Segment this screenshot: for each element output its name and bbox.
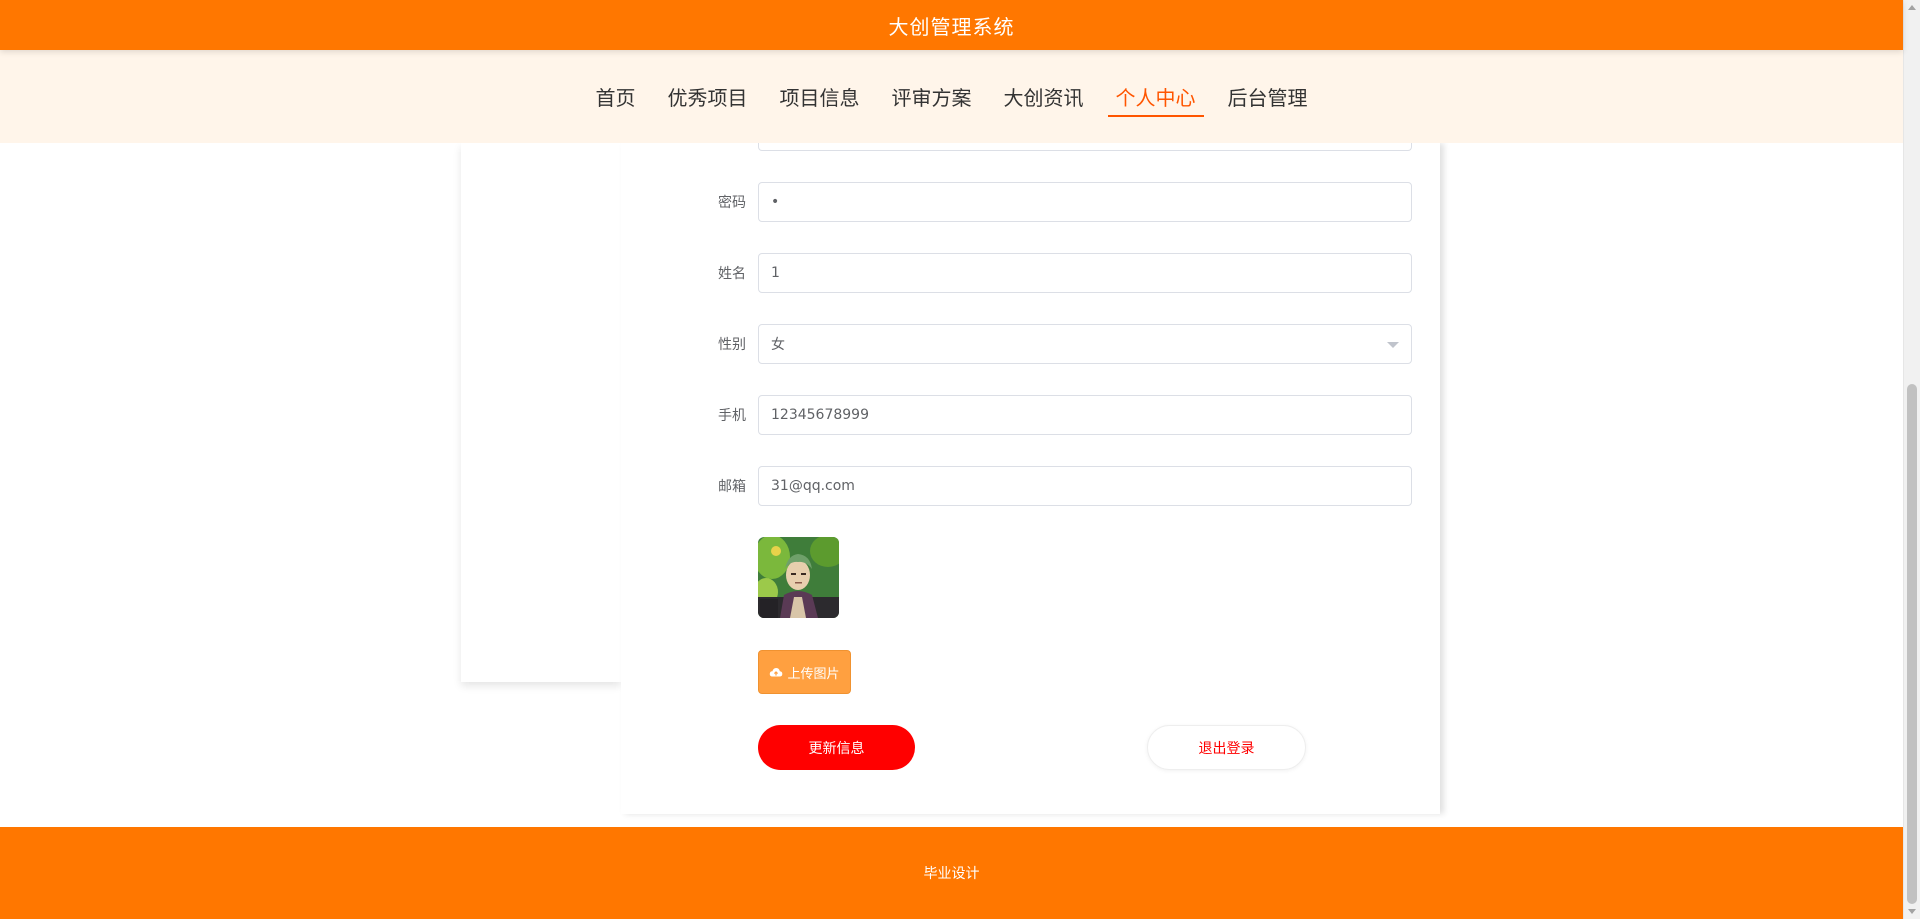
- scroll-down-arrow-icon[interactable]: [1908, 909, 1916, 914]
- page-footer: 毕业设计: [0, 827, 1903, 919]
- gender-select[interactable]: 女: [758, 324, 1412, 364]
- phone-input[interactable]: 12345678999: [758, 395, 1412, 435]
- side-panel: [461, 143, 621, 682]
- vertical-scrollbar[interactable]: [1903, 0, 1920, 919]
- nav-item-admin[interactable]: 后台管理: [1220, 76, 1316, 117]
- password-row: 密码 •: [700, 182, 1412, 222]
- phone-label: 手机: [718, 408, 746, 424]
- chevron-down-icon[interactable]: [1387, 342, 1399, 348]
- app-title: 大创管理系统: [888, 14, 1015, 39]
- nav-item-personal-center[interactable]: 个人中心: [1107, 76, 1204, 117]
- email-label: 邮箱: [718, 479, 746, 495]
- gender-value: 女: [771, 337, 785, 353]
- avatar-illustration: [758, 537, 839, 618]
- email-value: 31@qq.com: [771, 478, 855, 494]
- phone-row: 手机 12345678999: [700, 395, 1412, 435]
- gender-label: 性别: [718, 337, 746, 353]
- password-label: 密码: [718, 195, 746, 211]
- update-info-label: 更新信息: [808, 740, 865, 757]
- name-label: 姓名: [718, 266, 746, 282]
- cloud-upload-icon: [770, 668, 783, 677]
- password-input[interactable]: •: [758, 182, 1412, 222]
- nav-item-news[interactable]: 大创资讯: [996, 76, 1092, 117]
- nav-item-home[interactable]: 首页: [588, 76, 644, 117]
- name-row: 姓名 1: [700, 253, 1412, 293]
- email-input[interactable]: 31@qq.com: [758, 466, 1412, 506]
- main-nav: 首页 优秀项目 项目信息 评审方案 大创资讯 个人中心 后台管理: [0, 50, 1903, 143]
- phone-value: 12345678999: [771, 407, 869, 423]
- gender-row: 性别 女: [700, 324, 1412, 364]
- avatar-image: [758, 537, 839, 618]
- nav-item-project-info[interactable]: 项目信息: [772, 76, 868, 117]
- email-row: 邮箱 31@qq.com: [700, 466, 1412, 506]
- name-value: 1: [771, 265, 780, 281]
- password-value: •: [771, 194, 780, 210]
- upload-image-label: 上传图片: [787, 666, 840, 682]
- footer-text: 毕业设计: [923, 866, 980, 882]
- scroll-thumb[interactable]: [1907, 384, 1917, 904]
- nav-item-review-plan[interactable]: 评审方案: [884, 76, 980, 117]
- scroll-up-arrow-icon[interactable]: [1908, 5, 1916, 10]
- name-input[interactable]: 1: [758, 253, 1412, 293]
- top-header: 大创管理系统: [0, 0, 1903, 50]
- nav-item-excellent-projects[interactable]: 优秀项目: [660, 76, 756, 117]
- update-info-button[interactable]: 更新信息: [758, 725, 915, 770]
- logout-label: 退出登录: [1198, 740, 1255, 757]
- upload-image-button[interactable]: 上传图片: [758, 650, 851, 694]
- logout-button[interactable]: 退出登录: [1147, 725, 1306, 770]
